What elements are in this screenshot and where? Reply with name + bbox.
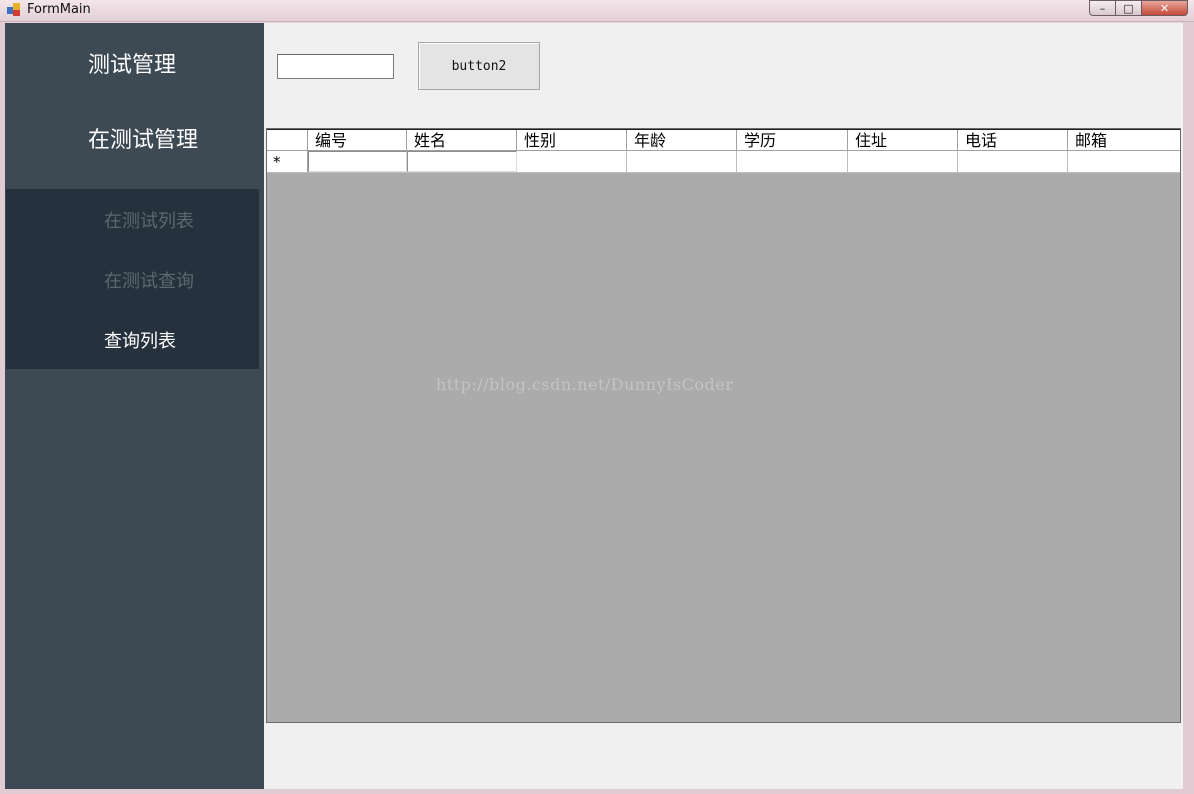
window-controls: – □ ✕ <box>1089 0 1188 16</box>
client-area: 测试管理 在测试管理 在测试列表 在测试查询 查询列表 button2 编号 姓… <box>5 23 1183 789</box>
column-header-gender[interactable]: 性别 <box>517 130 627 151</box>
column-header-education[interactable]: 学历 <box>737 130 848 151</box>
column-header-age[interactable]: 年龄 <box>627 130 737 151</box>
submenu-item-in-test-list[interactable]: 在测试列表 <box>104 207 194 233</box>
grid-cell-education[interactable] <box>737 151 848 172</box>
grid-corner-header[interactable] <box>267 130 308 150</box>
grid-cell-age[interactable] <box>627 151 737 172</box>
minimize-button[interactable]: – <box>1089 0 1116 16</box>
column-header-email[interactable]: 邮箱 <box>1068 130 1180 151</box>
grid-cell-id[interactable] <box>308 151 407 172</box>
column-header-phone[interactable]: 电话 <box>958 130 1068 151</box>
submenu-panel: 在测试列表 在测试查询 查询列表 <box>6 189 259 369</box>
grid-header: 编号 姓名 性别 年龄 学历 住址 电话 邮箱 <box>267 129 1180 151</box>
grid-new-row: * <box>267 151 1180 173</box>
grid-cell-email[interactable] <box>1068 151 1180 172</box>
column-header-id[interactable]: 编号 <box>308 130 407 151</box>
window-title: FormMain <box>27 2 91 17</box>
grid-cell-gender[interactable] <box>517 151 627 172</box>
new-row-marker: * <box>273 153 281 171</box>
close-button[interactable]: ✕ <box>1142 0 1188 16</box>
data-grid[interactable]: 编号 姓名 性别 年龄 学历 住址 电话 邮箱 * <box>266 128 1181 723</box>
text-input[interactable] <box>277 54 394 79</box>
column-header-address[interactable]: 住址 <box>848 130 958 151</box>
grid-cell-address[interactable] <box>848 151 958 172</box>
grid-cell-phone[interactable] <box>958 151 1068 172</box>
row-header[interactable]: * <box>267 151 308 172</box>
app-icon <box>7 3 21 17</box>
window-border-bottom <box>0 789 1194 794</box>
column-header-name[interactable]: 姓名 <box>407 130 517 151</box>
window-border-right <box>1183 22 1194 794</box>
menu-in-test-management[interactable]: 在测试管理 <box>88 122 198 154</box>
submenu-item-in-test-query[interactable]: 在测试查询 <box>104 267 194 293</box>
grid-cell-name[interactable] <box>407 151 517 172</box>
menu-test-management[interactable]: 测试管理 <box>88 47 176 79</box>
button2[interactable]: button2 <box>418 42 540 90</box>
submenu-item-query-list[interactable]: 查询列表 <box>104 327 176 353</box>
maximize-button[interactable]: □ <box>1116 0 1142 16</box>
sidebar: 测试管理 在测试管理 在测试列表 在测试查询 查询列表 <box>5 23 264 789</box>
watermark-text: http://blog.csdn.net/DunnyIsCoder <box>436 375 734 394</box>
title-bar: FormMain – □ ✕ <box>0 0 1194 22</box>
